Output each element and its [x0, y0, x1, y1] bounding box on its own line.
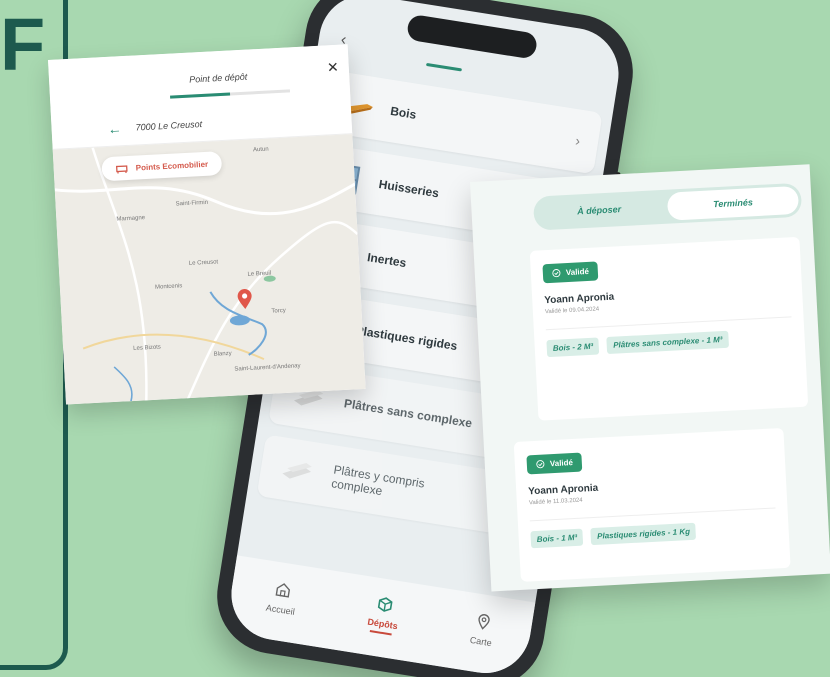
- deposit-entry[interactable]: Validé Yoann Apronia Validé le 09.04.202…: [529, 236, 809, 421]
- map-pin-icon[interactable]: [235, 288, 254, 311]
- map-place-label: Torcy: [271, 307, 286, 315]
- nav-label: Accueil: [265, 602, 296, 617]
- map-title: Point de dépôt: [188, 71, 248, 85]
- brand-logo-letter: F: [0, 3, 46, 86]
- screen-tab-indicator: [425, 62, 462, 72]
- chip-label: Points Ecomobilier: [135, 159, 209, 173]
- arrow-left-icon[interactable]: ←: [107, 120, 122, 137]
- plaster-icon: [277, 453, 319, 489]
- map-progress-bar: [170, 89, 291, 99]
- map-pin-icon: [478, 614, 490, 630]
- map-header: Point de dépôt ✕ ← 7000 Le Creusot: [48, 44, 353, 150]
- material-tag: Bois - 2 M³: [546, 337, 600, 358]
- map-place-label: Blanzy: [213, 350, 232, 358]
- close-icon[interactable]: ✕: [327, 59, 340, 77]
- category-label: Huisseries: [377, 177, 440, 201]
- tab-termines[interactable]: Terminés: [666, 185, 800, 221]
- deposits-tabs: À déposer Terminés: [532, 182, 803, 231]
- nav-item-accueil[interactable]: Accueil: [265, 579, 299, 617]
- deposit-tags: Bois - 2 M³ Plâtres sans complexe - 1 M³: [546, 327, 793, 358]
- divider: [529, 507, 776, 522]
- category-label: Plâtres y compris complexe: [330, 462, 426, 499]
- nav-label: Carte: [469, 634, 493, 649]
- map-progress-fill: [170, 92, 231, 99]
- deposit-entry[interactable]: Validé Yoann Apronia Validé le 11.03.202…: [513, 427, 791, 582]
- status-label: Validé: [549, 458, 574, 469]
- nav-active-indicator: [370, 629, 393, 636]
- map-place-label: Autun: [252, 146, 269, 154]
- box-icon: [378, 596, 394, 612]
- category-label: Bois: [389, 103, 418, 122]
- status-label: Validé: [565, 266, 590, 278]
- category-label: Inertes: [366, 250, 408, 271]
- deposit-tags: Bois - 1 M³ Plastiques rigides - 1 Kg: [530, 518, 777, 549]
- furniture-icon: [115, 165, 128, 174]
- home-icon: [275, 583, 291, 598]
- category-label: Plâtres sans complexe: [343, 396, 474, 431]
- material-tag: Plastiques rigides - 1 Kg: [590, 522, 697, 546]
- nav-item-depots[interactable]: Dépôts: [366, 592, 402, 636]
- nav-item-carte[interactable]: Carte: [469, 611, 496, 648]
- divider: [545, 316, 792, 331]
- check-circle-icon: [536, 460, 545, 469]
- map-location-field[interactable]: 7000 Le Creusot: [135, 119, 202, 132]
- status-badge: Validé: [526, 452, 583, 475]
- deposits-card: À déposer Terminés Validé Yoann Apronia …: [470, 164, 830, 592]
- map-card: Point de dépôt ✕ ← 7000 Le Creusot Autun…: [48, 44, 366, 405]
- check-circle-icon: [552, 269, 561, 278]
- nav-label: Dépôts: [366, 616, 399, 631]
- map-place-label: Le Breuil: [247, 270, 272, 278]
- category-label: Plastiques rigides: [354, 323, 459, 354]
- status-badge: Validé: [542, 261, 599, 284]
- phone-notch: [405, 13, 539, 60]
- chevron-right-icon: ›: [574, 132, 582, 149]
- material-tag: Plâtres sans complexe - 1 M³: [606, 330, 729, 355]
- material-tag: Bois - 1 M³: [530, 528, 584, 549]
- tab-a-deposer[interactable]: À déposer: [533, 190, 666, 231]
